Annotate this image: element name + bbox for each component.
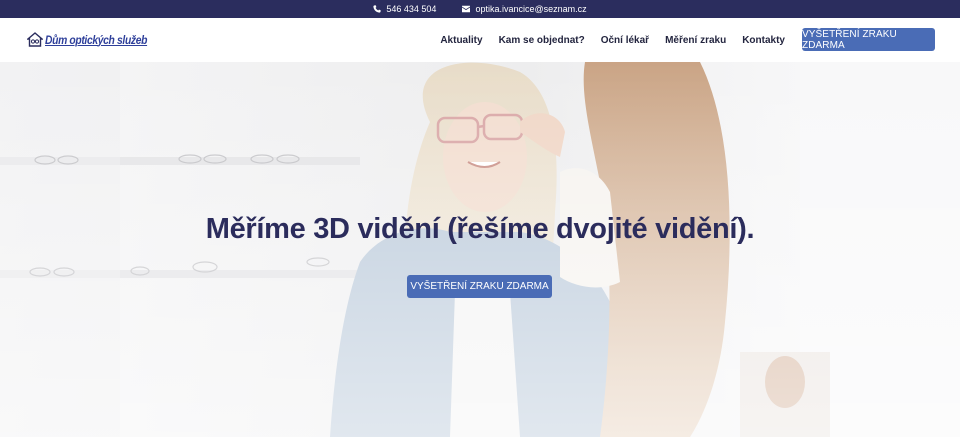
house-logo-icon: [27, 32, 43, 47]
email-address: optika.ivancice@seznam.cz: [475, 4, 587, 14]
site-logo[interactable]: Dům optických služeb: [27, 32, 164, 47]
header-cta-button[interactable]: VYŠETŘENÍ ZRAKU ZDARMA: [802, 28, 935, 51]
nav-item-kam-se-objednat[interactable]: Kam se objednat?: [499, 35, 585, 46]
logo-text: Dům optických služeb: [45, 32, 148, 47]
hero-title: Měříme 3D vidění (řešíme dvojité vidění)…: [205, 213, 755, 245]
main-nav: Aktuality Kam se objednat? Oční lékař Mě…: [440, 18, 785, 62]
phone-contact[interactable]: 546 434 504: [373, 4, 436, 14]
hero-background-photo: [0, 62, 960, 437]
nav-item-ocni-lekar[interactable]: Oční lékař: [601, 35, 649, 46]
top-contact-bar: 546 434 504 optika.ivancice@seznam.cz: [0, 0, 960, 18]
email-contact[interactable]: optika.ivancice@seznam.cz: [462, 4, 587, 14]
hero-section: Měříme 3D vidění (řešíme dvojité vidění)…: [0, 62, 960, 437]
nav-item-aktuality[interactable]: Aktuality: [440, 35, 482, 46]
envelope-icon: [462, 5, 471, 13]
main-header: Dům optických služeb Aktuality Kam se ob…: [0, 18, 960, 62]
phone-icon: [373, 5, 381, 13]
nav-item-mereni-zraku[interactable]: Měření zraku: [665, 35, 726, 46]
nav-item-kontakty[interactable]: Kontakty: [742, 35, 785, 46]
hero-cta-button[interactable]: VYŠETŘENÍ ZRAKU ZDARMA: [407, 275, 552, 298]
phone-number: 546 434 504: [386, 4, 437, 14]
